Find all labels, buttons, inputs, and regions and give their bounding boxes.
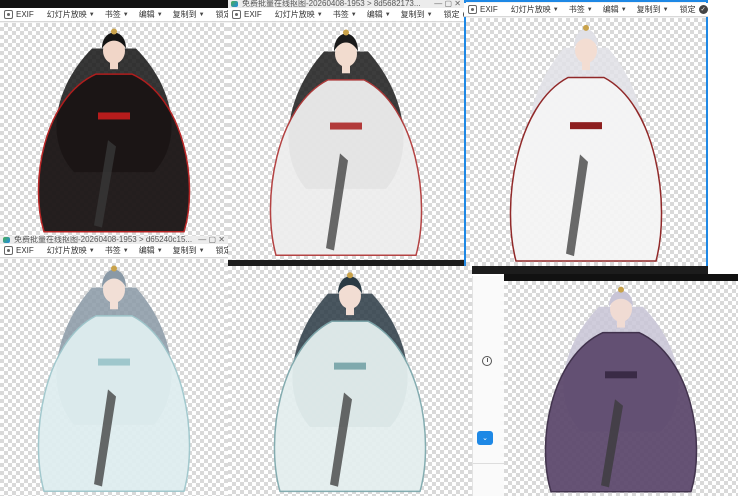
clock-icon[interactable] — [482, 356, 492, 366]
image-canvas[interactable] — [0, 259, 228, 496]
menu-copy-to[interactable]: 复制到 ▼ — [637, 4, 669, 15]
menu-bookmark[interactable]: 书签 ▼ — [105, 9, 129, 20]
window-titlebar: 免费批量在线抠图-20260408-1953 > 8d5682173... — ▢… — [228, 0, 464, 8]
caret-down-icon: ▼ — [156, 247, 163, 254]
menu-slideshow[interactable]: 幻灯片放映 ▼ — [47, 9, 95, 20]
exif-button[interactable]: EXIF — [232, 10, 262, 19]
caret-down-icon: ▼ — [122, 11, 129, 18]
hair-ornament-shape — [111, 28, 117, 35]
menu-copy-to[interactable]: 复制到 ▼ — [401, 9, 433, 20]
camera-icon — [232, 10, 241, 19]
portrait-image — [269, 29, 423, 257]
menu-edit[interactable]: 编辑 ▼ — [139, 245, 163, 256]
chevron-down-icon: ⌄ — [482, 435, 488, 442]
sash-shape — [98, 358, 130, 366]
caret-down-icon: ▼ — [552, 6, 559, 13]
viewer-toolbar: EXIF 幻灯片放映▼ 书签▼ 编辑▼ 复制到▼ 锁定✓ — [464, 3, 708, 17]
lock-toggle[interactable]: 锁定✓ — [444, 9, 464, 20]
hair-ornament-shape — [347, 272, 353, 279]
viewer-window-2[interactable]: 免费批量在线抠图-20260408-1953 > 8d5682173... — ▢… — [228, 0, 464, 266]
window-controls[interactable]: — ▢ ✕ — [434, 0, 461, 8]
window-titlebar: 免费批量在线抠图-20260408-1953 > d65240c15... — ▢… — [0, 236, 228, 244]
portrait-image — [37, 28, 191, 233]
camera-icon — [4, 10, 13, 19]
hair-ornament-shape — [111, 265, 117, 272]
exif-button[interactable]: EXIF — [468, 5, 498, 14]
window-controls[interactable]: — ▢ ✕ — [198, 236, 225, 244]
viewer-window-4[interactable]: 免费批量在线抠图-20260408-1953 > d65240c15... — ▢… — [0, 236, 228, 496]
app-icon — [3, 237, 10, 243]
lock-toggle[interactable]: 锁定✓ — [680, 4, 708, 15]
sash-shape — [605, 371, 637, 379]
menu-bookmark[interactable]: 书签 ▼ — [333, 9, 357, 20]
sash-shape — [570, 122, 602, 130]
caret-down-icon: ▼ — [88, 247, 95, 254]
app-icon — [231, 1, 238, 7]
image-canvas[interactable] — [466, 18, 706, 266]
hair-ornament-shape — [343, 29, 349, 36]
window-statusbar — [464, 266, 708, 274]
menu-edit[interactable]: 编辑 ▼ — [603, 4, 627, 15]
caret-down-icon: ▼ — [620, 6, 627, 13]
viewer-toolbar: EXIF 幻灯片放映▼ 书签▼ 编辑▼ 复制到▼ 锁定✓ — [228, 8, 464, 22]
portrait-image — [273, 272, 427, 493]
sash-shape — [330, 122, 362, 130]
viewer-window-5[interactable] — [228, 266, 472, 496]
menu-edit[interactable]: 编辑 ▼ — [367, 9, 391, 20]
hair-ornament-shape — [618, 286, 624, 293]
portrait-image — [37, 265, 191, 493]
image-canvas[interactable] — [228, 266, 472, 496]
menu-copy-to[interactable]: 复制到 ▼ — [173, 245, 205, 256]
check-circle-icon: ✓ — [698, 5, 708, 14]
panel-divider — [473, 463, 504, 464]
caret-down-icon: ▼ — [384, 11, 391, 18]
viewer-toolbar: EXIF 幻灯片放映▼ 书签▼ 编辑▼ 复制到▼ 锁定✓ — [0, 8, 228, 22]
caret-down-icon: ▼ — [122, 247, 129, 254]
caret-down-icon: ▼ — [662, 6, 669, 13]
menu-slideshow[interactable]: 幻灯片放映 ▼ — [275, 9, 323, 20]
viewer-window-1[interactable]: EXIF 幻灯片放映▼ 书签▼ 编辑▼ 复制到▼ 锁定✓ — [0, 0, 228, 236]
image-canvas[interactable] — [504, 281, 738, 496]
exif-button[interactable]: EXIF — [4, 246, 34, 255]
portrait-image — [509, 24, 663, 262]
image-canvas[interactable] — [0, 23, 228, 236]
caret-down-icon: ▼ — [426, 11, 433, 18]
caret-down-icon: ▼ — [198, 11, 205, 18]
menu-edit[interactable]: 编辑 ▼ — [139, 9, 163, 20]
exif-button[interactable]: EXIF — [4, 10, 34, 19]
menu-slideshow[interactable]: 幻灯片放映 ▼ — [47, 245, 95, 256]
portrait-image — [544, 286, 698, 493]
caret-down-icon: ▼ — [156, 11, 163, 18]
hair-ornament-shape — [583, 24, 589, 31]
caret-down-icon: ▼ — [586, 6, 593, 13]
sash-shape — [98, 112, 130, 120]
dropdown-button[interactable]: ⌄ — [477, 431, 493, 445]
menu-bookmark[interactable]: 书签 ▼ — [569, 4, 593, 15]
lock-toggle[interactable]: 锁定✓ — [216, 9, 228, 20]
caret-down-icon: ▼ — [350, 11, 357, 18]
menu-slideshow[interactable]: 幻灯片放映 ▼ — [511, 4, 559, 15]
caret-down-icon: ▼ — [198, 247, 205, 254]
viewer-window-3[interactable]: EXIF 幻灯片放映 ▼ 书签 ▼ 编辑 ▼ 复制到 ▼ 锁定 ✓ — [464, 0, 708, 274]
lock-toggle[interactable]: 锁定✓ — [216, 245, 228, 256]
viewer-toolbar: EXIF 幻灯片放映▼ 书签▼ 编辑▼ 复制到▼ 锁定✓ — [0, 244, 228, 258]
menu-bookmark[interactable]: 书签 ▼ — [105, 245, 129, 256]
camera-icon — [4, 246, 13, 255]
window-top-band — [0, 0, 228, 8]
camera-icon — [468, 5, 477, 14]
background-app-panel: ⌄ — [472, 276, 504, 496]
window-top-band — [504, 274, 738, 281]
sash-shape — [334, 362, 366, 370]
viewer-window-6[interactable] — [504, 274, 738, 496]
caret-down-icon: ▼ — [316, 11, 323, 18]
caret-down-icon: ▼ — [88, 11, 95, 18]
image-canvas[interactable] — [228, 23, 464, 260]
menu-copy-to[interactable]: 复制到 ▼ — [173, 9, 205, 20]
